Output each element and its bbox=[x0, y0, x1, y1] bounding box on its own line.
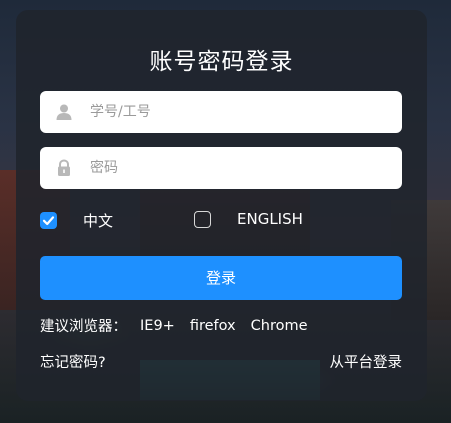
lang-option-english[interactable]: ENGLISH bbox=[194, 210, 303, 228]
lang-english-label: ENGLISH bbox=[237, 210, 303, 228]
browser-hint-label: 建议浏览器： bbox=[40, 319, 127, 335]
username-input[interactable] bbox=[90, 91, 390, 133]
password-input[interactable] bbox=[90, 147, 390, 189]
lang-english-checkbox[interactable] bbox=[194, 210, 211, 228]
username-field[interactable] bbox=[40, 91, 402, 133]
platform-login-link[interactable]: 从平台登录 bbox=[330, 351, 403, 372]
lang-chinese-label: 中文 bbox=[83, 212, 114, 230]
login-title: 账号密码登录 bbox=[149, 49, 294, 75]
user-icon bbox=[54, 102, 74, 122]
forgot-password-link[interactable]: 忘记密码? bbox=[40, 351, 106, 372]
lock-icon bbox=[54, 158, 74, 178]
browser-recommendation: 建议浏览器： IE9+ firefox Chrome bbox=[40, 315, 323, 336]
browser-firefox: firefox bbox=[189, 317, 236, 334]
login-button[interactable]: 登录 bbox=[40, 256, 402, 300]
check-icon bbox=[42, 216, 55, 226]
lang-chinese-checkbox[interactable] bbox=[40, 212, 57, 229]
browser-ie: IE9+ bbox=[140, 317, 175, 334]
lang-option-chinese[interactable]: 中文 bbox=[40, 210, 113, 231]
browser-chrome: Chrome bbox=[250, 317, 308, 334]
password-field[interactable] bbox=[40, 147, 402, 189]
